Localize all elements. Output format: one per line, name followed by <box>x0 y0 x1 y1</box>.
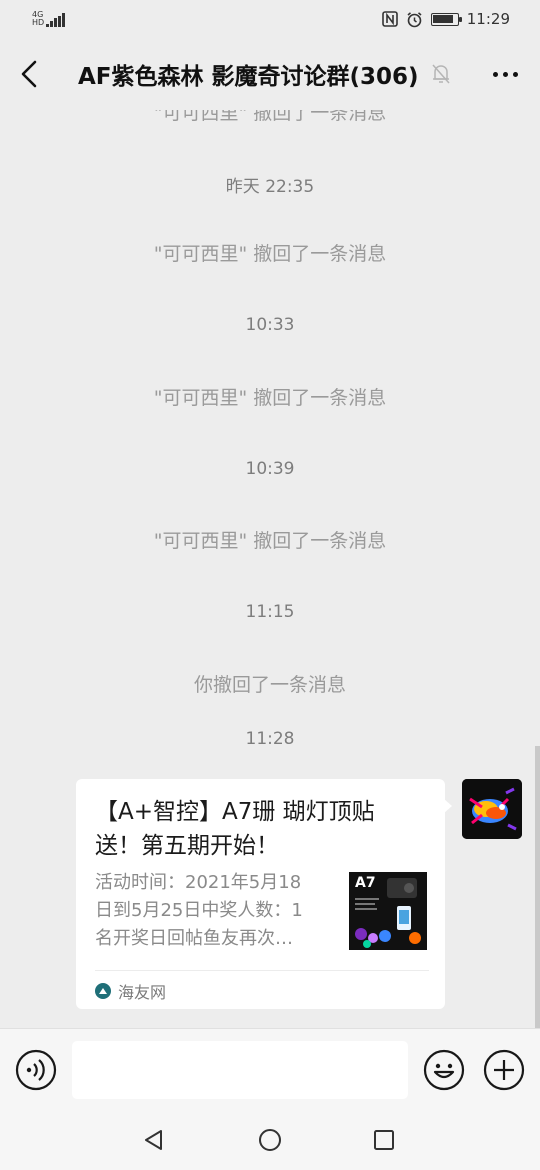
status-time: 11:29 <box>466 10 510 28</box>
card-title: 【A+智控】A7珊 瑚灯顶贴 送！第五期开始！ <box>95 799 375 859</box>
scrollbar[interactable] <box>535 746 540 1028</box>
timestamp: 10:39 <box>245 459 295 479</box>
chat-screen: 4G HD 11:29 AF紫色森林 影魔奇讨论群(306) "可可西里" 撤回… <box>0 0 540 1170</box>
battery-icon <box>430 12 462 26</box>
source-name: 海友网 <box>118 983 167 1002</box>
more-functions-button[interactable] <box>483 1049 525 1091</box>
nav-home-button[interactable] <box>258 1128 282 1156</box>
bell-off-icon <box>432 64 450 84</box>
recall-notice: "可可西里" 撤回了一条消息 <box>153 110 387 124</box>
card-source: 海友网 <box>95 979 166 1003</box>
status-bar: 4G HD 11:29 <box>0 0 540 38</box>
chevron-left-icon <box>21 60 37 88</box>
recall-notice: "可可西里" 撤回了一条消息 <box>153 530 387 552</box>
voice-icon <box>15 1049 57 1091</box>
card-description: 活动时间：2021年5月18 日到5月25日中奖人数：1 名开奖日回帖鱼友再次… <box>95 872 303 949</box>
message-input[interactable] <box>72 1041 408 1099</box>
avatar[interactable] <box>462 779 522 839</box>
recall-notice: "可可西里" 撤回了一条消息 <box>153 243 387 265</box>
avatar-image <box>462 779 522 839</box>
timestamp: 11:15 <box>245 602 295 622</box>
emoji-button[interactable] <box>423 1049 465 1091</box>
thumbnail-image <box>355 878 421 948</box>
nav-recent-button[interactable] <box>373 1129 395 1155</box>
voice-button[interactable] <box>15 1049 57 1091</box>
nav-back-icon <box>145 1130 162 1150</box>
signal-icon <box>46 13 65 27</box>
emoji-icon <box>423 1049 465 1091</box>
nfc-icon <box>381 11 398 27</box>
source-logo-icon <box>95 983 111 999</box>
timestamp: 10:33 <box>245 315 295 335</box>
nav-home-icon <box>259 1129 281 1151</box>
recall-notice: 你撤回了一条消息 <box>193 674 346 696</box>
input-bar <box>0 1028 540 1112</box>
nav-back-button[interactable] <box>142 1128 166 1156</box>
network-sub-label: HD <box>32 18 45 27</box>
timestamp: 11:28 <box>245 729 295 749</box>
system-nav-bar <box>0 1112 540 1170</box>
chat-title: AF紫色森林 影魔奇讨论群(306) <box>78 64 419 90</box>
more-options-button[interactable] <box>478 54 518 94</box>
link-card-message[interactable]: 【A+智控】A7珊 瑚灯顶贴 送！第五期开始！ 活动时间：2021年5月18 日… <box>76 779 452 1009</box>
plus-icon <box>483 1049 525 1091</box>
mute-indicator <box>426 63 456 85</box>
card-divider <box>95 970 429 971</box>
back-button[interactable] <box>18 54 58 94</box>
alarm-icon <box>407 11 422 27</box>
card-thumbnail: A7 <box>349 872 427 950</box>
recall-notice: "可可西里" 撤回了一条消息 <box>153 387 387 409</box>
chat-message-list[interactable]: "可可西里" 撤回了一条消息 昨天 22:35 "可可西里" 撤回了一条消息 1… <box>0 110 540 1028</box>
title-bar: AF紫色森林 影魔奇讨论群(306) <box>0 38 540 110</box>
timestamp: 昨天 22:35 <box>225 177 315 197</box>
nav-recent-icon <box>374 1130 394 1150</box>
more-dots-icon <box>493 71 498 77</box>
network-indicator: 4G HD <box>32 11 65 27</box>
